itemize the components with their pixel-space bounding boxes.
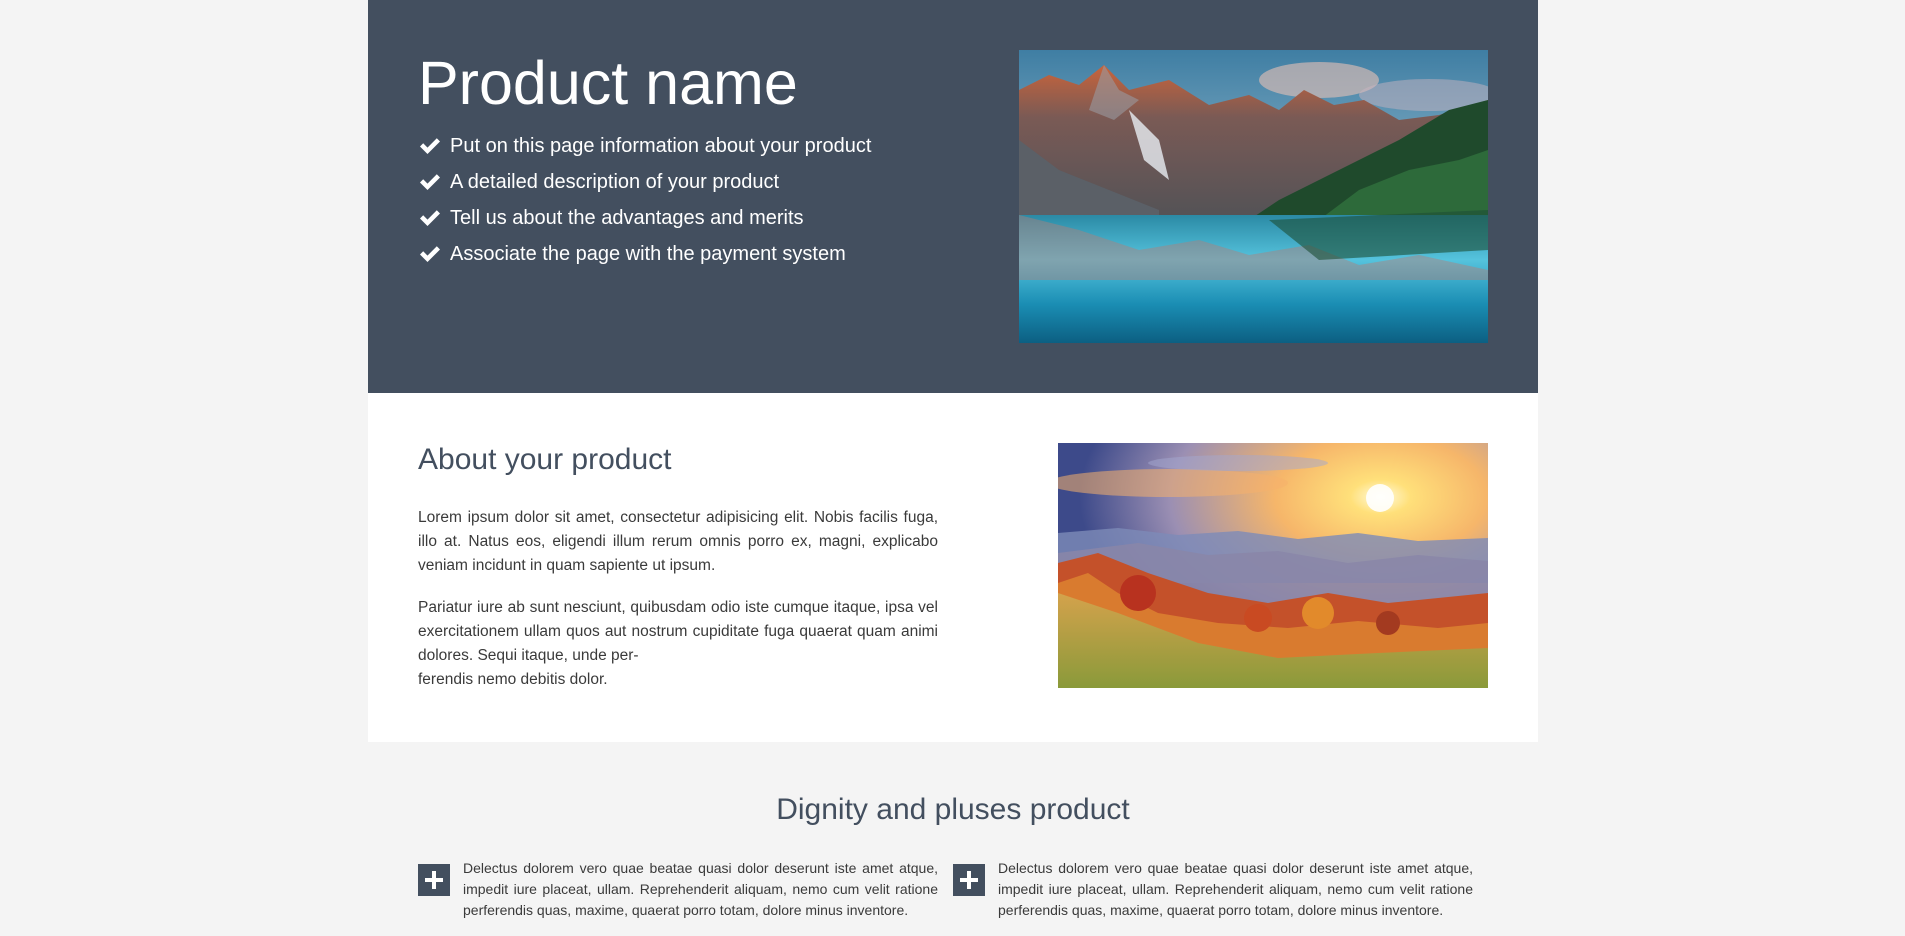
feature-item: Put on this page information about your … — [418, 128, 871, 164]
about-paragraph-1: Lorem ipsum dolor sit amet, consectetur … — [418, 509, 938, 574]
mountain-lake-image — [1019, 50, 1488, 343]
about-paragraph-2-last: ferendis nemo debitis dolor. — [418, 671, 608, 688]
about-paragraph-2-main: Pariatur iure ab sunt nesciunt, quibusda… — [418, 599, 938, 664]
feature-item: Tell us about the advantages and merits — [418, 200, 871, 236]
autumn-sunset-image — [1058, 443, 1488, 688]
feature-text: A detailed description of your product — [450, 170, 780, 193]
landing-page: Product name Put on this page informatio… — [368, 0, 1538, 918]
check-icon — [420, 174, 440, 190]
product-title: Product name — [418, 49, 798, 117]
pluses-item: Delectus dolorem vero quae beatae quasi … — [953, 858, 1473, 921]
feature-text: Put on this page information about your … — [450, 134, 872, 157]
dignity-title: Dignity and pluses product — [776, 793, 1130, 826]
feature-text: Tell us about the advantages and merits — [450, 206, 804, 229]
check-icon — [420, 138, 440, 154]
pluses-text: Delectus dolorem vero quae beatae quasi … — [463, 860, 938, 918]
plus-icon — [953, 864, 985, 896]
about-title: About your product — [418, 443, 672, 476]
feature-text: Associate the page with the payment syst… — [450, 242, 846, 265]
pluses-text: Delectus dolorem vero quae beatae quasi … — [998, 860, 1473, 918]
check-icon — [420, 210, 440, 226]
plus-icon — [418, 864, 450, 896]
pluses-item: Delectus dolorem vero quae beatae quasi … — [418, 858, 938, 921]
feature-item: Associate the page with the payment syst… — [418, 236, 871, 272]
about-paragraph-2: Pariatur iure ab sunt nesciunt, quibusda… — [418, 596, 938, 692]
feature-list: Put on this page information about your … — [418, 128, 871, 272]
check-icon — [420, 246, 440, 262]
hero-section: Product name Put on this page informatio… — [368, 0, 1538, 393]
feature-item: A detailed description of your product — [418, 164, 871, 200]
